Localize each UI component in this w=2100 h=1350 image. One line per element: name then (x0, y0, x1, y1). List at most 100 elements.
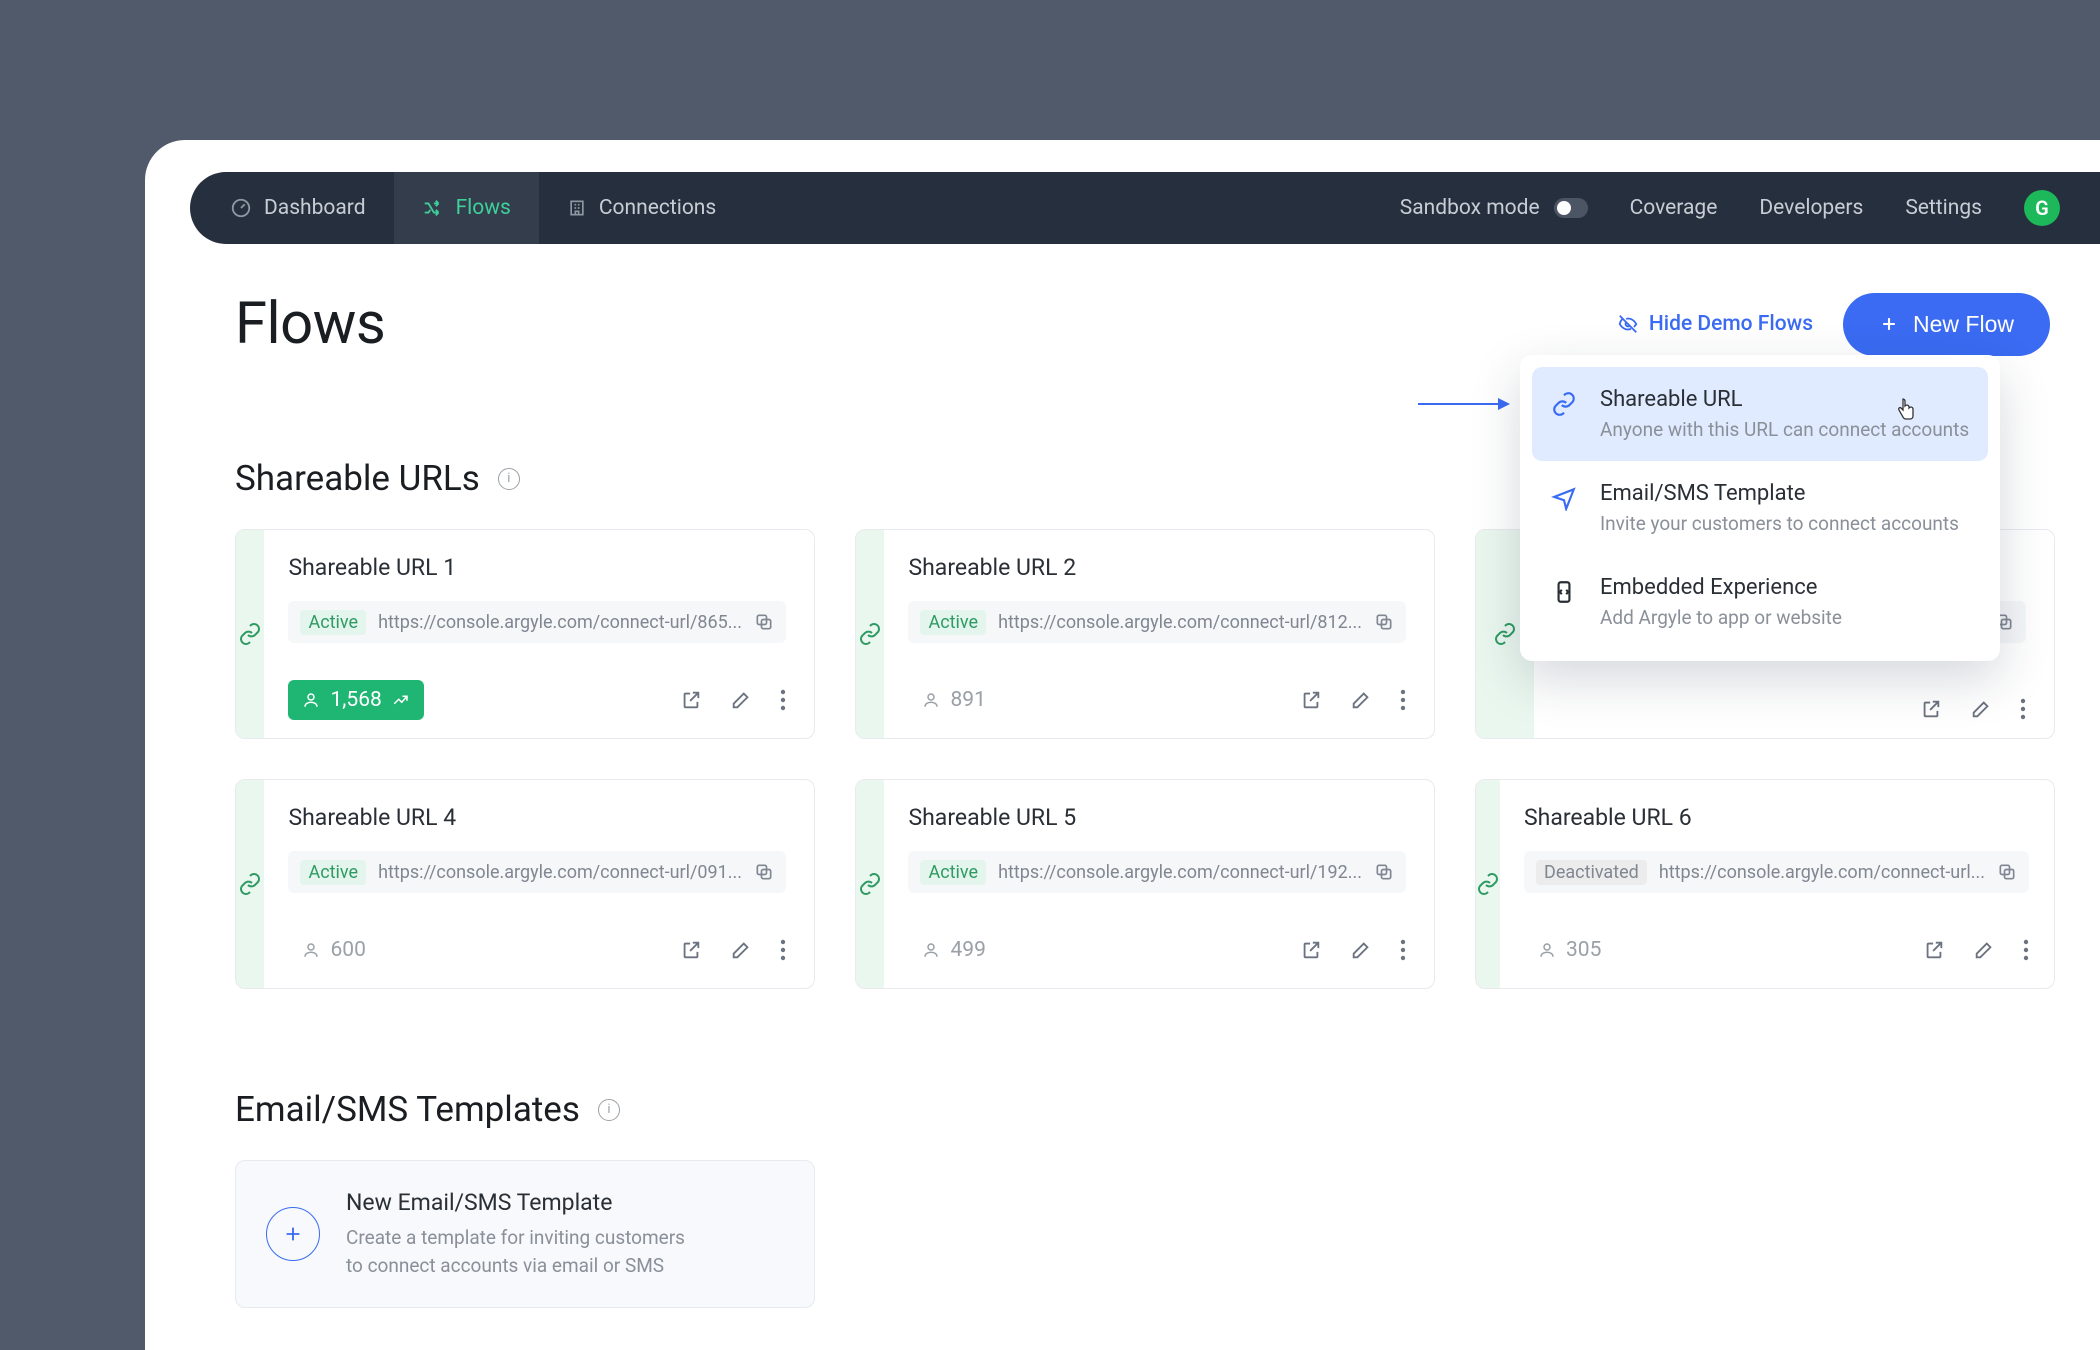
dropdown-sub: Invite your customers to connect account… (1600, 512, 1959, 535)
toggle-knob (1557, 201, 1571, 215)
more-icon[interactable] (2020, 698, 2026, 720)
more-icon[interactable] (1400, 689, 1406, 711)
nav-label: Dashboard (264, 196, 366, 220)
open-external-icon[interactable] (1300, 689, 1322, 711)
template-card-sub: Create a template for inviting customers… (346, 1224, 706, 1279)
nav-link-settings[interactable]: Settings (1905, 196, 1982, 220)
nav-label: Connections (599, 196, 716, 220)
card-footer: 891 (908, 680, 1406, 720)
edit-icon[interactable] (1973, 939, 1995, 961)
link-icon (858, 872, 882, 896)
dropdown-item-email-sms[interactable]: Email/SMS Template Invite your customers… (1532, 461, 1988, 555)
edit-icon[interactable] (730, 689, 752, 711)
shareable-url-card[interactable]: Shareable URL 1 Active https://console.arg… (235, 529, 815, 739)
nav-tab-dashboard[interactable]: Dashboard (190, 172, 394, 244)
user-count: 305 (1566, 938, 1601, 962)
status-badge: Active (920, 860, 986, 885)
eye-off-icon (1617, 313, 1639, 335)
more-icon[interactable] (2023, 939, 2029, 961)
copy-icon[interactable] (1374, 862, 1394, 882)
open-external-icon[interactable] (1923, 939, 1945, 961)
card-body: Shareable URL 1 Active https://console.arg… (264, 530, 814, 738)
avatar[interactable]: G (2024, 190, 2060, 226)
open-external-icon[interactable] (1300, 939, 1322, 961)
dropdown-sub: Add Argyle to app or website (1600, 606, 1842, 629)
card-accent (856, 780, 884, 988)
edit-icon[interactable] (1350, 939, 1372, 961)
new-flow-button[interactable]: New Flow (1843, 293, 2050, 356)
card-title: Shareable URL 1 (288, 554, 786, 581)
card-title: Shareable URL 2 (908, 554, 1406, 581)
url-row: Activehttps://console.argyle.com/connect… (288, 851, 786, 893)
user-count-chip: 305 (1524, 930, 1615, 970)
url-text: https://console.argyle.com/connect-url/0… (378, 862, 742, 883)
nav-link-developers[interactable]: Developers (1759, 196, 1863, 220)
url-text: https://console.argyle.com/connect-url/8… (998, 612, 1362, 633)
more-icon[interactable] (780, 689, 786, 711)
card-footer (1558, 698, 2026, 720)
template-card-title: New Email/SMS Template (346, 1189, 706, 1216)
sandbox-mode-group: Sandbox mode (1400, 196, 1588, 220)
copy-icon[interactable] (1997, 862, 2017, 882)
new-template-card[interactable]: New Email/SMS Template Create a template… (235, 1160, 815, 1308)
annotation-arrow (1418, 398, 1510, 410)
open-external-icon[interactable] (680, 939, 702, 961)
url-row: Activehttps://console.argyle.com/connect… (908, 851, 1406, 893)
more-icon[interactable] (1400, 939, 1406, 961)
page-header: Flows Hide Demo Flows New Flow (235, 290, 2100, 358)
link-icon (1476, 872, 1500, 896)
user-count: 600 (330, 938, 365, 962)
more-icon[interactable] (780, 939, 786, 961)
copy-icon[interactable] (1374, 612, 1394, 632)
shareable-url-card[interactable]: Shareable URL 6Deactivatedhttps://consol… (1475, 779, 2055, 989)
dropdown-item-embedded[interactable]: Embedded Experience Add Argyle to app or… (1532, 555, 1988, 649)
shareable-url-card[interactable]: Shareable URL 4Activehttps://console.arg… (235, 779, 815, 989)
app-window: Dashboard Flows Connections Sandbox mode (145, 140, 2100, 1350)
dropdown-text: Embedded Experience Add Argyle to app or… (1600, 575, 1842, 629)
user-count: 891 (950, 688, 985, 712)
card-accent (236, 780, 264, 988)
section-title: Email/SMS Templates (235, 1089, 580, 1130)
nav-link-coverage[interactable]: Coverage (1630, 196, 1718, 220)
url-text: https://console.argyle.com/connect-url/8… (378, 612, 742, 633)
dropdown-item-shareable-url[interactable]: Shareable URL Anyone with this URL can c… (1532, 367, 1988, 461)
card-actions (680, 939, 786, 961)
edit-icon[interactable] (730, 939, 752, 961)
link-icon (1493, 622, 1517, 646)
card-actions (1300, 689, 1406, 711)
nav-label: Flows (456, 196, 511, 220)
info-icon[interactable]: i (598, 1099, 620, 1121)
copy-icon[interactable] (754, 612, 774, 632)
user-count-chip: 600 (288, 930, 379, 970)
edit-icon[interactable] (1970, 698, 1992, 720)
status-badge: Active (300, 610, 366, 635)
hide-demo-flows-button[interactable]: Hide Demo Flows (1617, 312, 1813, 336)
open-external-icon[interactable] (680, 689, 702, 711)
section-templates: Email/SMS Templates i New Email/SMS Temp… (235, 1089, 2100, 1308)
top-navbar: Dashboard Flows Connections Sandbox mode (190, 172, 2100, 244)
page-title: Flows (235, 290, 385, 358)
card-actions (1923, 939, 2029, 961)
card-title: Shareable URL 5 (908, 804, 1406, 831)
nav-right: Sandbox mode Coverage Developers Setting… (1400, 190, 2100, 226)
card-footer: 305 (1524, 930, 2029, 970)
info-icon[interactable]: i (498, 468, 520, 490)
embed-icon (1550, 579, 1578, 605)
sandbox-toggle[interactable] (1554, 198, 1588, 218)
nav-tab-flows[interactable]: Flows (394, 172, 539, 244)
gauge-icon (230, 197, 252, 219)
open-external-icon[interactable] (1920, 698, 1942, 720)
user-count: 1,568 (330, 688, 381, 712)
shareable-url-card[interactable]: Shareable URL 2 Activehttps://console.arg… (855, 529, 1435, 739)
nav-tab-connections[interactable]: Connections (539, 172, 744, 244)
edit-icon[interactable] (1350, 689, 1372, 711)
copy-icon[interactable] (754, 862, 774, 882)
plus-circle-icon (266, 1207, 320, 1261)
url-row: Activehttps://console.argyle.com/connect… (908, 601, 1406, 643)
status-badge: Deactivated (1536, 860, 1647, 885)
new-flow-dropdown: Shareable URL Anyone with this URL can c… (1520, 355, 2000, 661)
card-actions (1920, 698, 2026, 720)
card-body: Shareable URL 4Activehttps://console.arg… (264, 780, 814, 988)
shareable-url-card[interactable]: Shareable URL 5 Activehttps://console.arg… (855, 779, 1435, 989)
section-title: Shareable URLs (235, 458, 480, 499)
